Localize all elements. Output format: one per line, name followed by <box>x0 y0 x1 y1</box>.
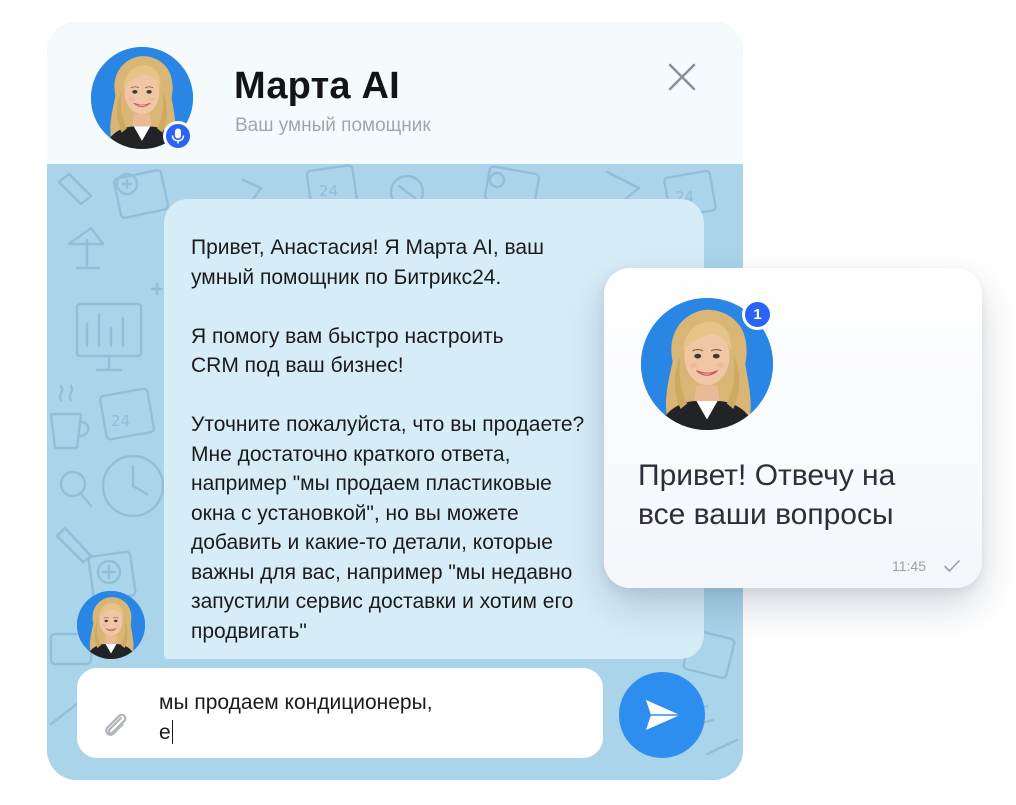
microphone-icon[interactable] <box>163 121 193 151</box>
send-button[interactable] <box>619 672 705 758</box>
message-input-value: мы продаем кондиционеры, е <box>159 691 433 744</box>
close-icon[interactable] <box>665 60 699 94</box>
svg-text:24: 24 <box>111 412 130 430</box>
send-icon <box>646 700 680 730</box>
message-input-text[interactable]: мы продаем кондиционеры, е <box>159 688 589 747</box>
unread-count-badge: 1 <box>742 299 773 330</box>
chat-header: Марта AI Ваш умный помощник <box>47 22 743 164</box>
notification-card[interactable]: 1 Привет! Отвечу на все ваши вопросы 11:… <box>604 268 982 588</box>
message-input[interactable]: мы продаем кондиционеры, е <box>77 668 603 758</box>
notification-text: Привет! Отвечу на все ваши вопросы <box>638 459 896 531</box>
paperclip-icon[interactable] <box>99 708 133 742</box>
notification-time: 11:45 <box>892 558 926 574</box>
assistant-name: Марта AI <box>234 65 400 107</box>
check-icon <box>943 558 961 574</box>
text-caret <box>171 719 174 744</box>
svg-text:24: 24 <box>319 182 338 200</box>
message-avatar <box>77 591 145 659</box>
assistant-subtitle: Ваш умный помощник <box>235 115 431 136</box>
